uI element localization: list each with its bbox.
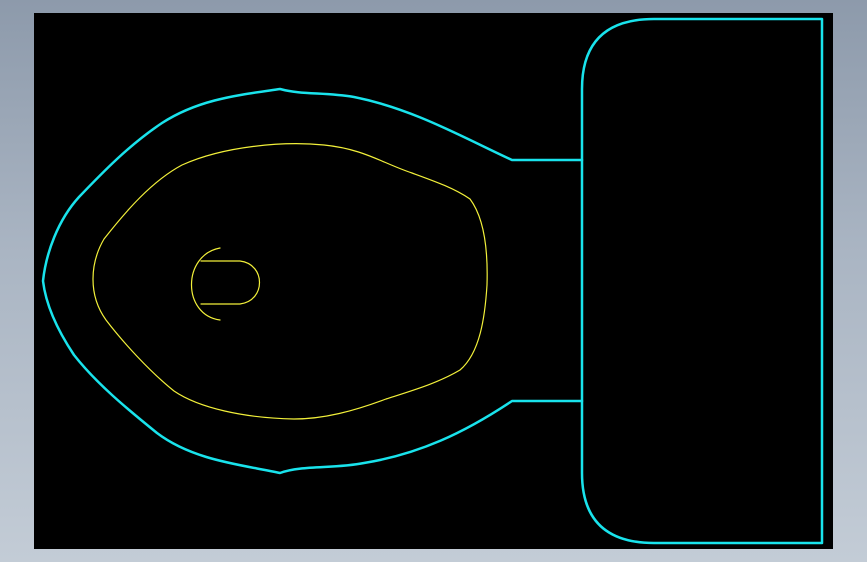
toilet-bowl-inner-edge — [92, 143, 488, 420]
drain-right-cap — [200, 260, 261, 305]
toilet-plan-drawing — [41, 17, 824, 545]
drain-left-arc — [190, 247, 221, 321]
toilet-drain-symbol — [190, 247, 261, 321]
toilet-bowl-outer-rim — [41, 87, 584, 475]
toilet-tank-outline — [580, 17, 824, 545]
cad-viewport[interactable] — [34, 13, 833, 549]
